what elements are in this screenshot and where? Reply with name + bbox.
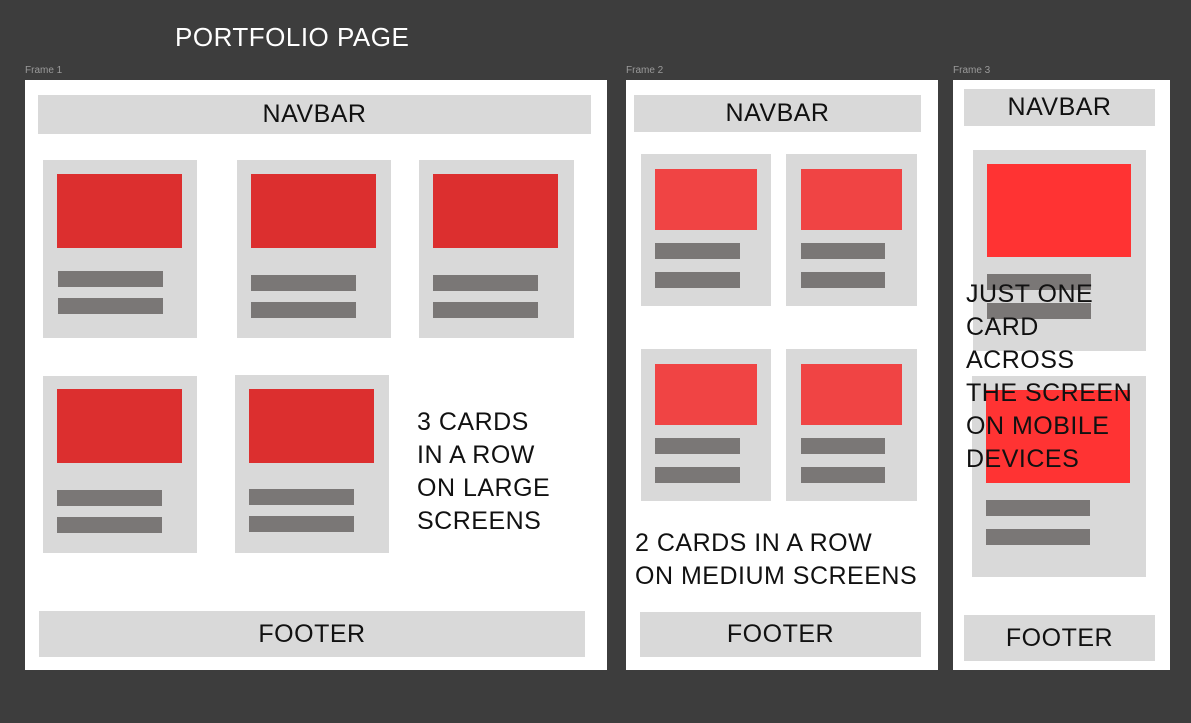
card-text-line: [57, 490, 162, 506]
card-image-placeholder: [655, 169, 757, 230]
card-text-line: [251, 275, 356, 291]
navbar-placeholder: NAVBAR: [634, 95, 921, 132]
card-image-placeholder: [433, 174, 558, 248]
card-image-placeholder: [57, 174, 182, 248]
card-text-line: [433, 275, 538, 291]
card-text-line: [58, 271, 163, 287]
note-line: ACROSS: [966, 346, 1075, 374]
frame-label: Frame 3: [953, 65, 991, 76]
card-text-line: [433, 302, 538, 318]
card-text-line: [655, 272, 740, 288]
footer-placeholder: FOOTER: [39, 611, 585, 657]
card-text-line: [986, 529, 1090, 545]
note-line: CARD: [966, 313, 1039, 341]
card-text-line: [801, 243, 885, 259]
card-text-line: [58, 298, 163, 314]
card-text-line: [801, 272, 885, 288]
note-line: JUST ONE: [966, 280, 1094, 308]
card-text-line: [655, 243, 740, 259]
page-title: PORTFOLIO PAGE: [175, 22, 410, 52]
card-text-line: [655, 438, 740, 454]
card-image-placeholder: [987, 164, 1131, 257]
card-placeholder: [419, 160, 574, 338]
card-text-line: [986, 500, 1090, 516]
note-line: 2 CARDS IN A ROW: [635, 529, 873, 557]
navbar-placeholder: NAVBAR: [964, 89, 1155, 126]
note-line: ON MEDIUM SCREENS: [635, 562, 918, 590]
card-image-placeholder: [655, 364, 757, 425]
note-line: IN A ROW: [417, 441, 535, 469]
card-image-placeholder: [801, 169, 902, 230]
card-text-line: [57, 517, 162, 533]
frame-label: Frame 2: [626, 65, 664, 76]
card-image-placeholder: [801, 364, 902, 425]
footer-placeholder: FOOTER: [640, 612, 921, 657]
note-line: SCREENS: [417, 507, 542, 535]
card-text-line: [249, 516, 354, 532]
card-text-line: [801, 438, 885, 454]
card-placeholder: [786, 154, 917, 306]
card-text-line: [249, 489, 354, 505]
footer-placeholder: FOOTER: [964, 615, 1155, 661]
card-placeholder: [43, 376, 197, 553]
card-image-placeholder: [249, 389, 374, 463]
card-image-placeholder: [251, 174, 376, 248]
note-line: THE SCREEN: [966, 379, 1133, 407]
card-text-line: [655, 467, 740, 483]
frame-label: Frame 1: [25, 65, 63, 76]
layout-note-mobile: JUST ONE CARD ACROSS THE SCREEN ON MOBIL…: [966, 278, 1166, 476]
note-line: ON LARGE: [417, 474, 551, 502]
layout-note-medium: 2 CARDS IN A ROW ON MEDIUM SCREENS: [635, 527, 935, 593]
card-text-line: [251, 302, 356, 318]
note-line: DEVICES: [966, 445, 1080, 473]
card-placeholder: [641, 349, 771, 501]
layout-note-large: 3 CARDS IN A ROW ON LARGE SCREENS: [417, 406, 597, 538]
card-placeholder: [786, 349, 917, 501]
card-placeholder: [235, 375, 389, 553]
navbar-placeholder: NAVBAR: [38, 95, 591, 134]
note-line: 3 CARDS: [417, 408, 529, 436]
card-placeholder: [43, 160, 197, 338]
card-image-placeholder: [57, 389, 182, 463]
card-placeholder: [237, 160, 391, 338]
card-text-line: [801, 467, 885, 483]
note-line: ON MOBILE: [966, 412, 1110, 440]
card-placeholder: [641, 154, 771, 306]
